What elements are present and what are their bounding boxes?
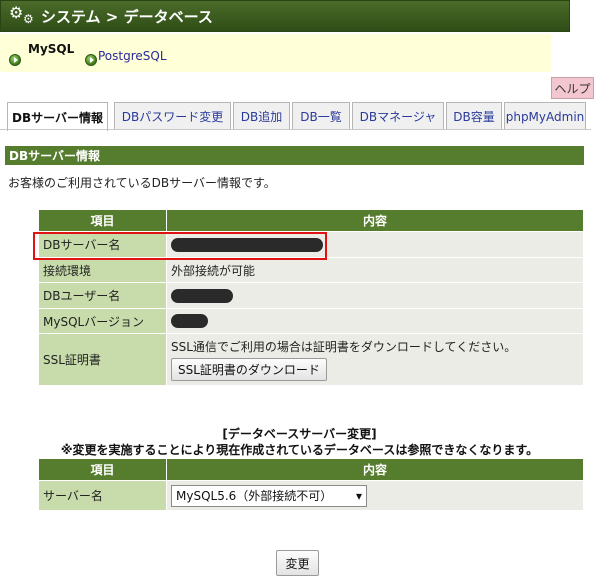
table-row: 接続環境 外部接続が可能: [38, 257, 584, 283]
row-value-db-user: [166, 282, 584, 309]
help-button[interactable]: ヘルプ: [551, 77, 594, 99]
highlight-box: [33, 232, 327, 260]
tab-db-add[interactable]: DB追加: [233, 102, 290, 130]
table-row: DBユーザー名: [38, 282, 584, 309]
tab-db-list[interactable]: DB一覧: [292, 102, 350, 130]
change-button[interactable]: 変更: [276, 550, 319, 576]
row-key-connection: 接続環境: [38, 257, 167, 283]
row-key-db-user: DBユーザー名: [38, 282, 167, 309]
row-value-ssl: SSL通信でご利用の場合は証明書をダウンロードしてください。 SSL証明書のダウ…: [166, 333, 584, 386]
column-header: 内容: [166, 209, 584, 232]
page-title: システム > データベース: [41, 7, 213, 26]
row-key-server-name: サーバー名: [38, 480, 167, 511]
section-header: DBサーバー情報: [5, 146, 584, 165]
section-description: お客様のご利用されているDBサーバー情報です。: [8, 176, 276, 190]
tab-db-manager[interactable]: DBマネージャ: [352, 102, 444, 130]
row-value-connection: 外部接続が可能: [166, 257, 584, 283]
table-row: MySQLバージョン: [38, 308, 584, 334]
row-key-mysql-version: MySQLバージョン: [38, 308, 167, 334]
download-ssl-button[interactable]: SSL証明書のダウンロード: [171, 358, 327, 381]
title-bar: ⚙ ⚙ システム > データベース: [0, 0, 570, 32]
row-value-server-name: MySQL5.6（外部接続不可） ▾: [166, 480, 584, 511]
arrow-icon[interactable]: [9, 54, 21, 66]
row-key-ssl: SSL証明書: [38, 333, 167, 386]
tab-db-password-change[interactable]: DBパスワード変更: [114, 102, 231, 130]
db-item-postgresql[interactable]: PostgreSQL: [98, 49, 167, 63]
tab-db-capacity[interactable]: DB容量: [446, 102, 502, 130]
tab-divider: [0, 129, 591, 130]
table-header-row: 項目 内容: [38, 458, 584, 481]
row-value-mysql-version: [166, 308, 584, 334]
table-header-row: 項目 内容: [38, 209, 584, 232]
arrow-icon[interactable]: [85, 54, 97, 66]
change-title: [データベースサーバー変更]: [222, 427, 377, 441]
table-row: サーバー名 MySQL5.6（外部接続不可） ▾: [38, 480, 584, 511]
db-item-mysql[interactable]: MySQL: [28, 42, 74, 56]
chevron-down-icon: ▾: [355, 488, 362, 503]
table-row: SSL証明書 SSL通信でご利用の場合は証明書をダウンロードしてください。 SS…: [38, 333, 584, 386]
tab-phpmyadmin[interactable]: phpMyAdmin: [504, 102, 586, 130]
redacted-value: [171, 314, 208, 329]
select-value: MySQL5.6（外部接続不可）: [176, 489, 333, 503]
server-select[interactable]: MySQL5.6（外部接続不可） ▾: [171, 484, 367, 507]
column-header: 項目: [38, 209, 167, 232]
change-warning: ※変更を実施することにより現在作成されているデータベースは参照できなくなります。: [60, 443, 539, 457]
ssl-note: SSL通信でご利用の場合は証明書をダウンロードしてください。: [171, 340, 517, 354]
redacted-value: [171, 288, 233, 303]
tab-db-server-info[interactable]: DBサーバー情報: [7, 102, 108, 131]
db-switch-bar: [0, 34, 551, 72]
column-header: 項目: [38, 458, 167, 481]
column-header: 内容: [166, 458, 584, 481]
server-change-table: 項目 内容 サーバー名 MySQL5.6（外部接続不可） ▾: [38, 458, 584, 511]
gears-icon: ⚙ ⚙: [9, 3, 34, 26]
